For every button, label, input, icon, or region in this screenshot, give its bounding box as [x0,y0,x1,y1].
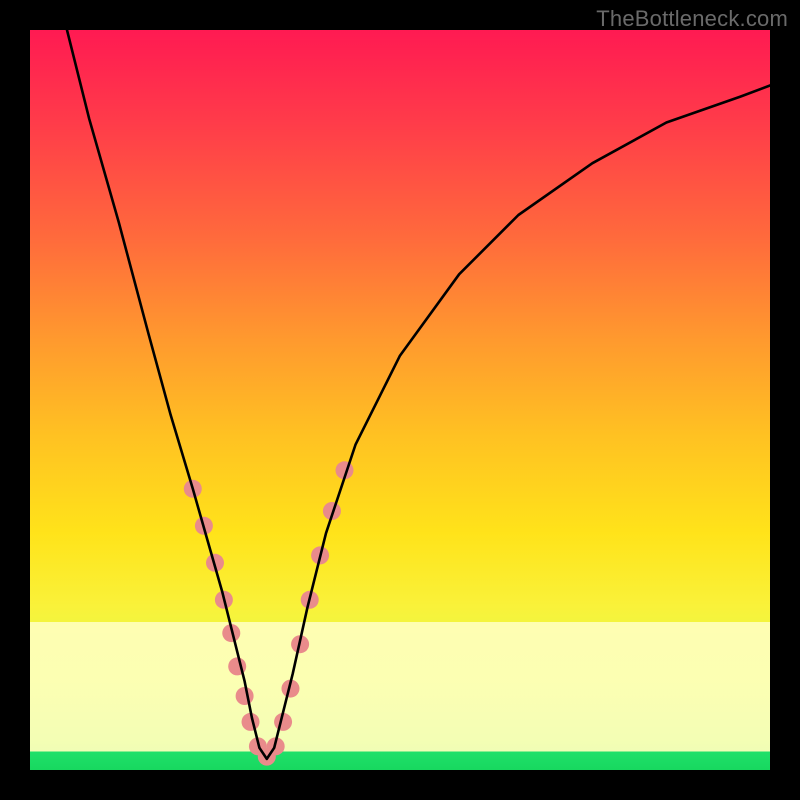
curve-layer [30,30,770,770]
bottleneck-curve [67,30,770,759]
watermark-label: TheBottleneck.com [596,6,788,32]
plot-area [30,30,770,770]
chart-frame: TheBottleneck.com [0,0,800,800]
marker-dots [184,461,354,765]
marker-dot [236,687,254,705]
